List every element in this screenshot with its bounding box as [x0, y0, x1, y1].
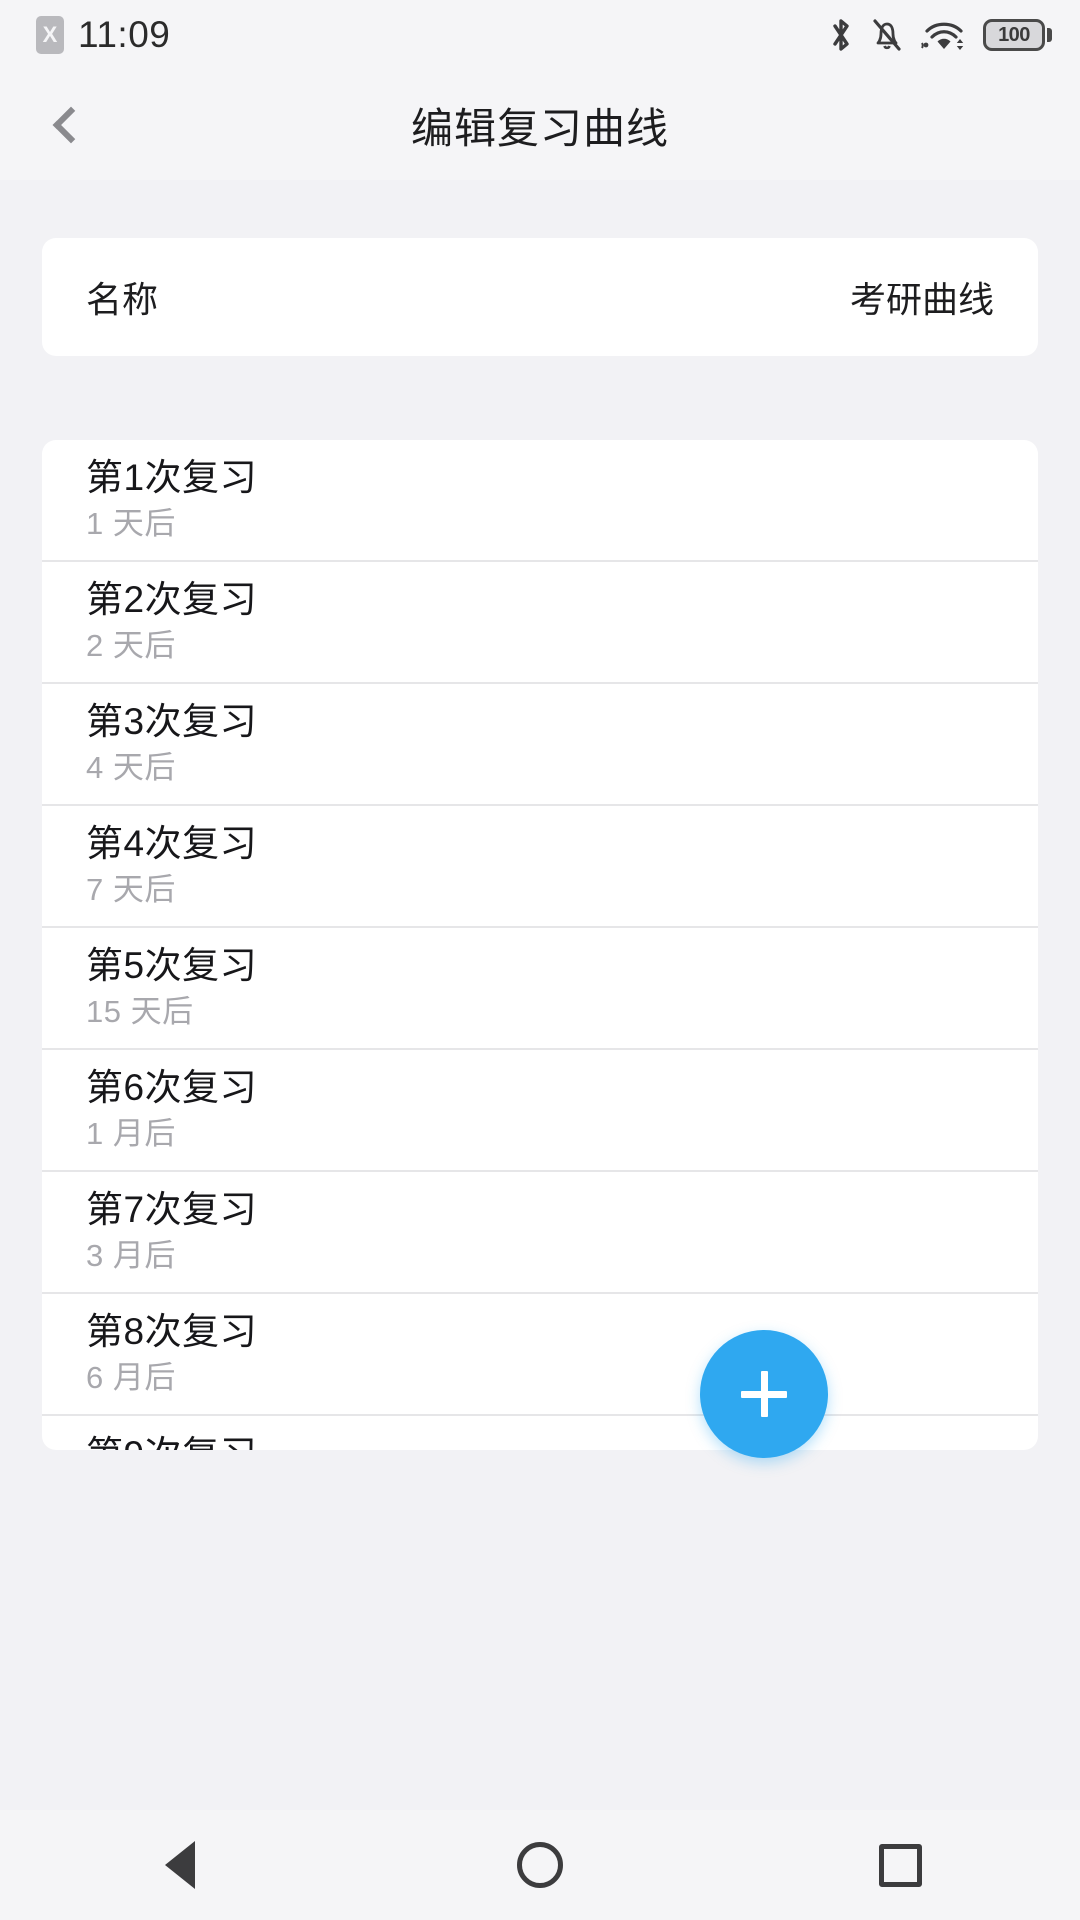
- review-item-subtitle: 2 天后: [86, 628, 994, 665]
- review-list-item-4[interactable]: 第4次复习 7 天后: [42, 806, 1038, 928]
- name-value[interactable]: 考研曲线: [850, 271, 994, 323]
- sim-badge-icon: X: [36, 16, 64, 54]
- back-button[interactable]: [22, 70, 112, 180]
- review-item-title: 第5次复习: [86, 945, 994, 986]
- review-item-title: 第8次复习: [86, 1311, 994, 1352]
- review-list-item-2[interactable]: 第2次复习 2 天后: [42, 562, 1038, 684]
- review-item-subtitle: 15 天后: [86, 994, 994, 1031]
- status-clock: 11:09: [78, 14, 170, 56]
- name-label: 名称: [86, 271, 158, 323]
- name-card: 名称 考研曲线: [42, 238, 1038, 356]
- review-item-title: 第9次复习: [86, 1434, 994, 1450]
- app-bar: 编辑复习曲线: [0, 70, 1080, 180]
- review-item-title: 第1次复习: [86, 457, 994, 498]
- status-bar-right: 100: [828, 16, 1052, 54]
- page-title: 编辑复习曲线: [0, 95, 1080, 156]
- review-item-title: 第7次复习: [86, 1189, 994, 1230]
- nav-back-button[interactable]: [100, 1810, 260, 1920]
- review-item-title: 第2次复习: [86, 579, 994, 620]
- add-review-fab[interactable]: [700, 1330, 828, 1458]
- review-list-item-9[interactable]: 第9次复习 1 年后: [42, 1416, 1038, 1450]
- plus-icon-vertical: [761, 1371, 768, 1417]
- review-item-subtitle: 6 月后: [86, 1360, 994, 1397]
- nav-recents-button[interactable]: [820, 1810, 980, 1920]
- wifi-icon: [920, 16, 966, 54]
- sim-badge-label: X: [43, 24, 58, 46]
- review-item-subtitle: 1 月后: [86, 1116, 994, 1153]
- battery-level-label: 100: [998, 24, 1030, 47]
- review-item-subtitle: 1 天后: [86, 506, 994, 543]
- review-list-item-6[interactable]: 第6次复习 1 月后: [42, 1050, 1038, 1172]
- review-item-subtitle: 7 天后: [86, 872, 994, 909]
- review-item-title: 第3次复习: [86, 701, 994, 742]
- android-nav-bar: [0, 1810, 1080, 1920]
- review-item-title: 第6次复习: [86, 1067, 994, 1108]
- square-recents-icon: [879, 1844, 922, 1887]
- review-item-subtitle: 4 天后: [86, 750, 994, 787]
- review-list-item-5[interactable]: 第5次复习 15 天后: [42, 928, 1038, 1050]
- phone-screen: X 11:09: [0, 0, 1080, 1920]
- chevron-left-icon: [53, 107, 90, 144]
- nav-home-button[interactable]: [460, 1810, 620, 1920]
- review-list-item-8[interactable]: 第8次复习 6 月后: [42, 1294, 1038, 1416]
- review-list-item-3[interactable]: 第3次复习 4 天后: [42, 684, 1038, 806]
- status-bar: X 11:09: [0, 0, 1080, 70]
- bluetooth-icon: [828, 16, 854, 54]
- circle-home-icon: [517, 1842, 563, 1888]
- status-bar-left: X 11:09: [36, 14, 170, 56]
- review-list-item-1[interactable]: 第1次复习 1 天后: [42, 440, 1038, 562]
- battery-icon: 100: [983, 19, 1052, 51]
- bell-muted-icon: [871, 16, 903, 54]
- name-row[interactable]: 名称 考研曲线: [42, 238, 1038, 356]
- review-list-item-7[interactable]: 第7次复习 3 月后: [42, 1172, 1038, 1294]
- review-item-title: 第4次复习: [86, 823, 994, 864]
- review-list-card: 第1次复习 1 天后 第2次复习 2 天后 第3次复习 4 天后 第4次复习 7…: [42, 440, 1038, 1450]
- triangle-back-icon: [165, 1841, 195, 1889]
- review-item-subtitle: 3 月后: [86, 1238, 994, 1275]
